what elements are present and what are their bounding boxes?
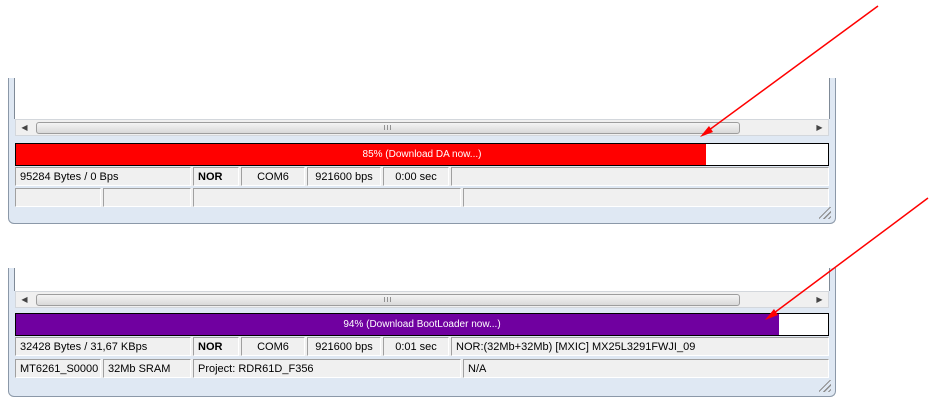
extra-info: N/A <box>463 359 829 378</box>
com-port: COM6 <box>241 167 305 186</box>
baud-rate: 921600 bps <box>307 337 381 356</box>
flash-type: NOR <box>193 167 239 186</box>
resize-grip-icon[interactable] <box>819 207 831 219</box>
horizontal-scrollbar[interactable]: ◀ III ▶ <box>15 291 829 308</box>
baud-rate: 921600 bps <box>307 167 381 186</box>
scroll-thumb[interactable]: III <box>36 122 740 134</box>
log-area <box>14 78 830 119</box>
chip-id <box>15 188 101 207</box>
scroll-left-icon[interactable]: ◀ <box>16 120 33 135</box>
progress-label: 94% (Download BootLoader now...) <box>343 319 501 330</box>
elapsed-time: 0:00 sec <box>383 167 449 186</box>
extra-info <box>463 188 829 207</box>
project-info <box>193 188 461 207</box>
com-port: COM6 <box>241 337 305 356</box>
ram-info: 32Mb SRAM <box>103 359 191 378</box>
progress-label: 85% (Download DA now...) <box>362 149 482 160</box>
transfer-rate: 32428 Bytes / 31,67 KBps <box>15 337 191 356</box>
horizontal-scrollbar[interactable]: ◀ III ▶ <box>15 119 829 136</box>
scroll-grip: III <box>383 124 393 132</box>
download-progress-bar: 94% (Download BootLoader now...) <box>15 313 829 336</box>
tool-window-top: ◀ III ▶ 85% (Download DA now...) 95284 B… <box>8 78 836 224</box>
flash-info: NOR:(32Mb+32Mb) [MXIC] MX25L3291FWJI_09 <box>451 337 829 356</box>
status-row-2 <box>15 188 829 207</box>
elapsed-time: 0:01 sec <box>383 337 449 356</box>
tool-window-bottom: ◀ III ▶ 94% (Download BootLoader now...)… <box>8 268 836 397</box>
scroll-left-icon[interactable]: ◀ <box>16 292 33 307</box>
chip-id: MT6261_S0000 <box>15 359 101 378</box>
scroll-grip: III <box>383 296 393 304</box>
download-progress-bar: 85% (Download DA now...) <box>15 143 829 166</box>
status-row-1: 95284 Bytes / 0 Bps NOR COM6 921600 bps … <box>15 167 829 186</box>
status-row-1: 32428 Bytes / 31,67 KBps NOR COM6 921600… <box>15 337 829 356</box>
ram-info <box>103 188 191 207</box>
scroll-thumb[interactable]: III <box>36 294 740 306</box>
scroll-right-icon[interactable]: ▶ <box>811 120 828 135</box>
project-info: Project: RDR61D_F356 <box>193 359 461 378</box>
status-row-2: MT6261_S0000 32Mb SRAM Project: RDR61D_F… <box>15 359 829 378</box>
resize-grip-icon[interactable] <box>819 380 831 392</box>
log-area <box>14 268 830 291</box>
transfer-rate: 95284 Bytes / 0 Bps <box>15 167 191 186</box>
flash-info <box>451 167 829 186</box>
scroll-right-icon[interactable]: ▶ <box>811 292 828 307</box>
flash-type: NOR <box>193 337 239 356</box>
